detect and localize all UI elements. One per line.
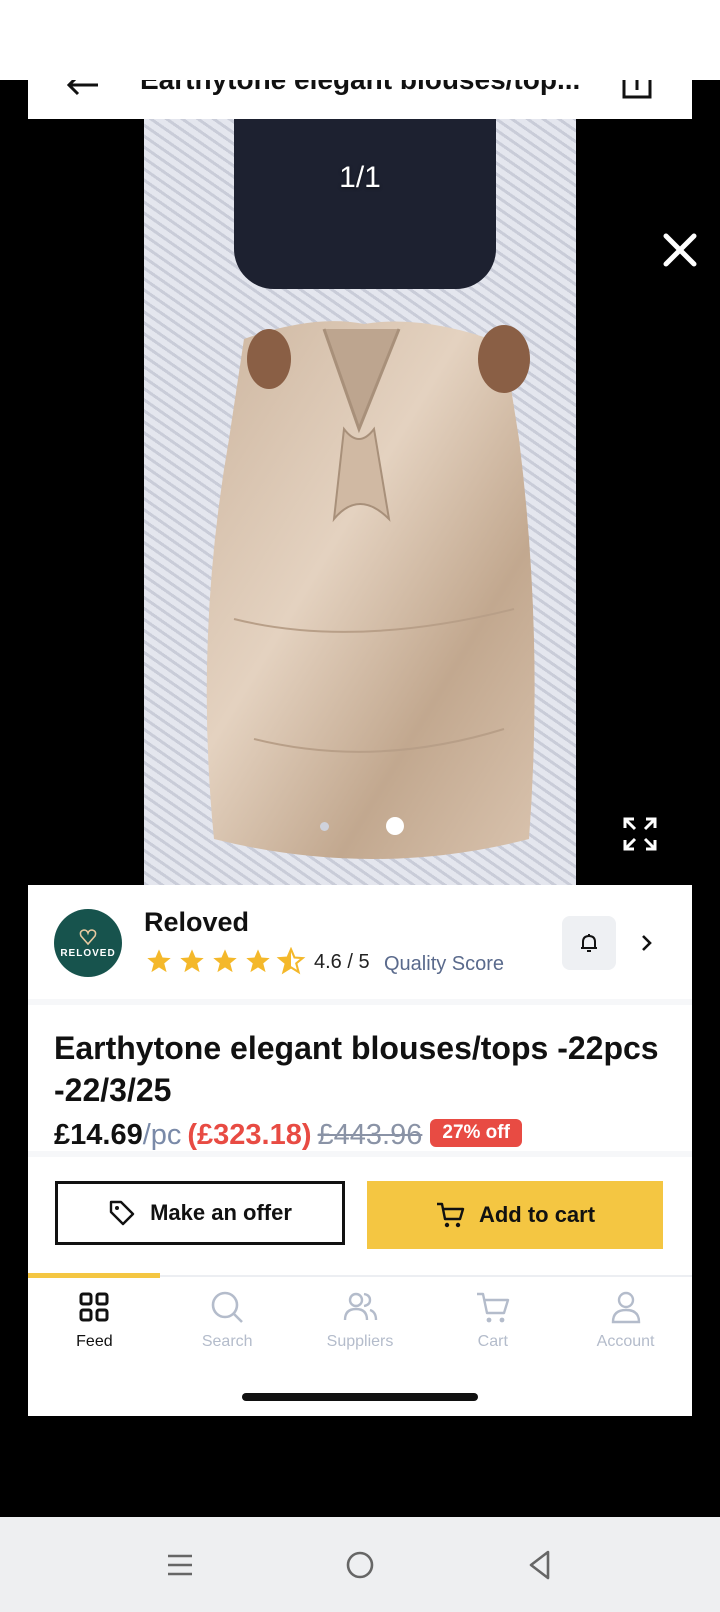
- header-title: Earthytone elegant blouses/top...: [140, 80, 580, 96]
- nav-cart[interactable]: Cart: [426, 1283, 559, 1363]
- expand-icon[interactable]: [622, 816, 658, 852]
- rating-value: 4.6 / 5: [314, 951, 370, 973]
- user-icon: [611, 1291, 640, 1324]
- carousel-dot[interactable]: [320, 822, 329, 831]
- star-icon: [213, 949, 237, 973]
- make-offer-button[interactable]: Make an offer: [55, 1181, 345, 1245]
- heart-logo-icon: [79, 928, 97, 945]
- star-rating: [144, 947, 306, 975]
- image-background-figure: [234, 119, 496, 289]
- add-to-cart-button[interactable]: Add to cart: [367, 1181, 663, 1249]
- chevron-right-icon[interactable]: [638, 929, 656, 957]
- half-star-icon: [276, 947, 306, 975]
- share-icon[interactable]: [620, 80, 654, 100]
- nav-search[interactable]: Search: [161, 1283, 294, 1363]
- cart-icon: [436, 1202, 465, 1228]
- bottom-nav: Feed Search Suppliers Cart Account: [28, 1283, 692, 1363]
- quality-score-label[interactable]: Quality Score: [384, 953, 504, 976]
- system-nav-bar: [0, 1517, 720, 1612]
- star-icon: [246, 949, 270, 973]
- seller-logo-text: RELOVED: [60, 947, 116, 959]
- nav-suppliers-label: Suppliers: [326, 1333, 394, 1350]
- nav-cart-label: Cart: [477, 1333, 508, 1350]
- home-icon[interactable]: [342, 1547, 378, 1583]
- nav-account-label: Account: [596, 1333, 655, 1350]
- recent-apps-icon[interactable]: [162, 1547, 198, 1583]
- home-indicator[interactable]: [242, 1393, 478, 1401]
- product-title: Earthytone elegant blouses/tops -22pcs -…: [54, 1030, 659, 1108]
- discount-badge: 27% off: [430, 1119, 522, 1148]
- seller-name[interactable]: Reloved: [144, 907, 249, 938]
- star-icon: [147, 949, 171, 973]
- search-icon: [211, 1291, 244, 1323]
- price-row: £14.69/pc (£323.18) £443.96 27% off: [54, 1119, 522, 1152]
- seller-avatar[interactable]: RELOVED: [54, 909, 122, 977]
- unit-price: £14.69: [54, 1119, 143, 1151]
- nav-account[interactable]: Account: [559, 1283, 692, 1363]
- product-panel: RELOVED Reloved 4.6 / 5 Quality Score Ea…: [28, 885, 692, 1416]
- active-tab-indicator: [28, 1273, 160, 1278]
- nav-feed[interactable]: Feed: [28, 1283, 161, 1363]
- users-icon: [343, 1292, 378, 1321]
- nav-search-label: Search: [201, 1333, 253, 1350]
- carousel-dot-active[interactable]: [386, 817, 404, 835]
- product-image[interactable]: 1/1: [144, 119, 576, 885]
- image-counter: 1/1: [339, 161, 381, 194]
- star-icon: [180, 949, 204, 973]
- back-icon[interactable]: [522, 1547, 558, 1583]
- product-header: Earthytone elegant blouses/top...: [28, 80, 692, 119]
- make-offer-label: Make an offer: [150, 1200, 292, 1225]
- cart-icon: [476, 1292, 509, 1323]
- nav-suppliers[interactable]: Suppliers: [294, 1283, 427, 1363]
- status-bar-area: [0, 0, 720, 80]
- divider: [28, 1151, 692, 1157]
- close-icon[interactable]: [658, 228, 702, 272]
- grid-icon: [79, 1292, 109, 1322]
- total-price: (£323.18): [187, 1119, 312, 1151]
- original-price: £443.96: [317, 1119, 423, 1151]
- nav-feed-label: Feed: [76, 1333, 113, 1350]
- tag-icon: [109, 1200, 135, 1226]
- divider: [28, 999, 692, 1005]
- follow-seller-button[interactable]: [562, 916, 616, 970]
- price-unit: /pc: [142, 1119, 182, 1151]
- back-arrow-icon[interactable]: [66, 80, 100, 96]
- add-to-cart-label: Add to cart: [478, 1202, 596, 1227]
- blouse-image: [206, 321, 535, 860]
- bell-icon: [581, 934, 597, 952]
